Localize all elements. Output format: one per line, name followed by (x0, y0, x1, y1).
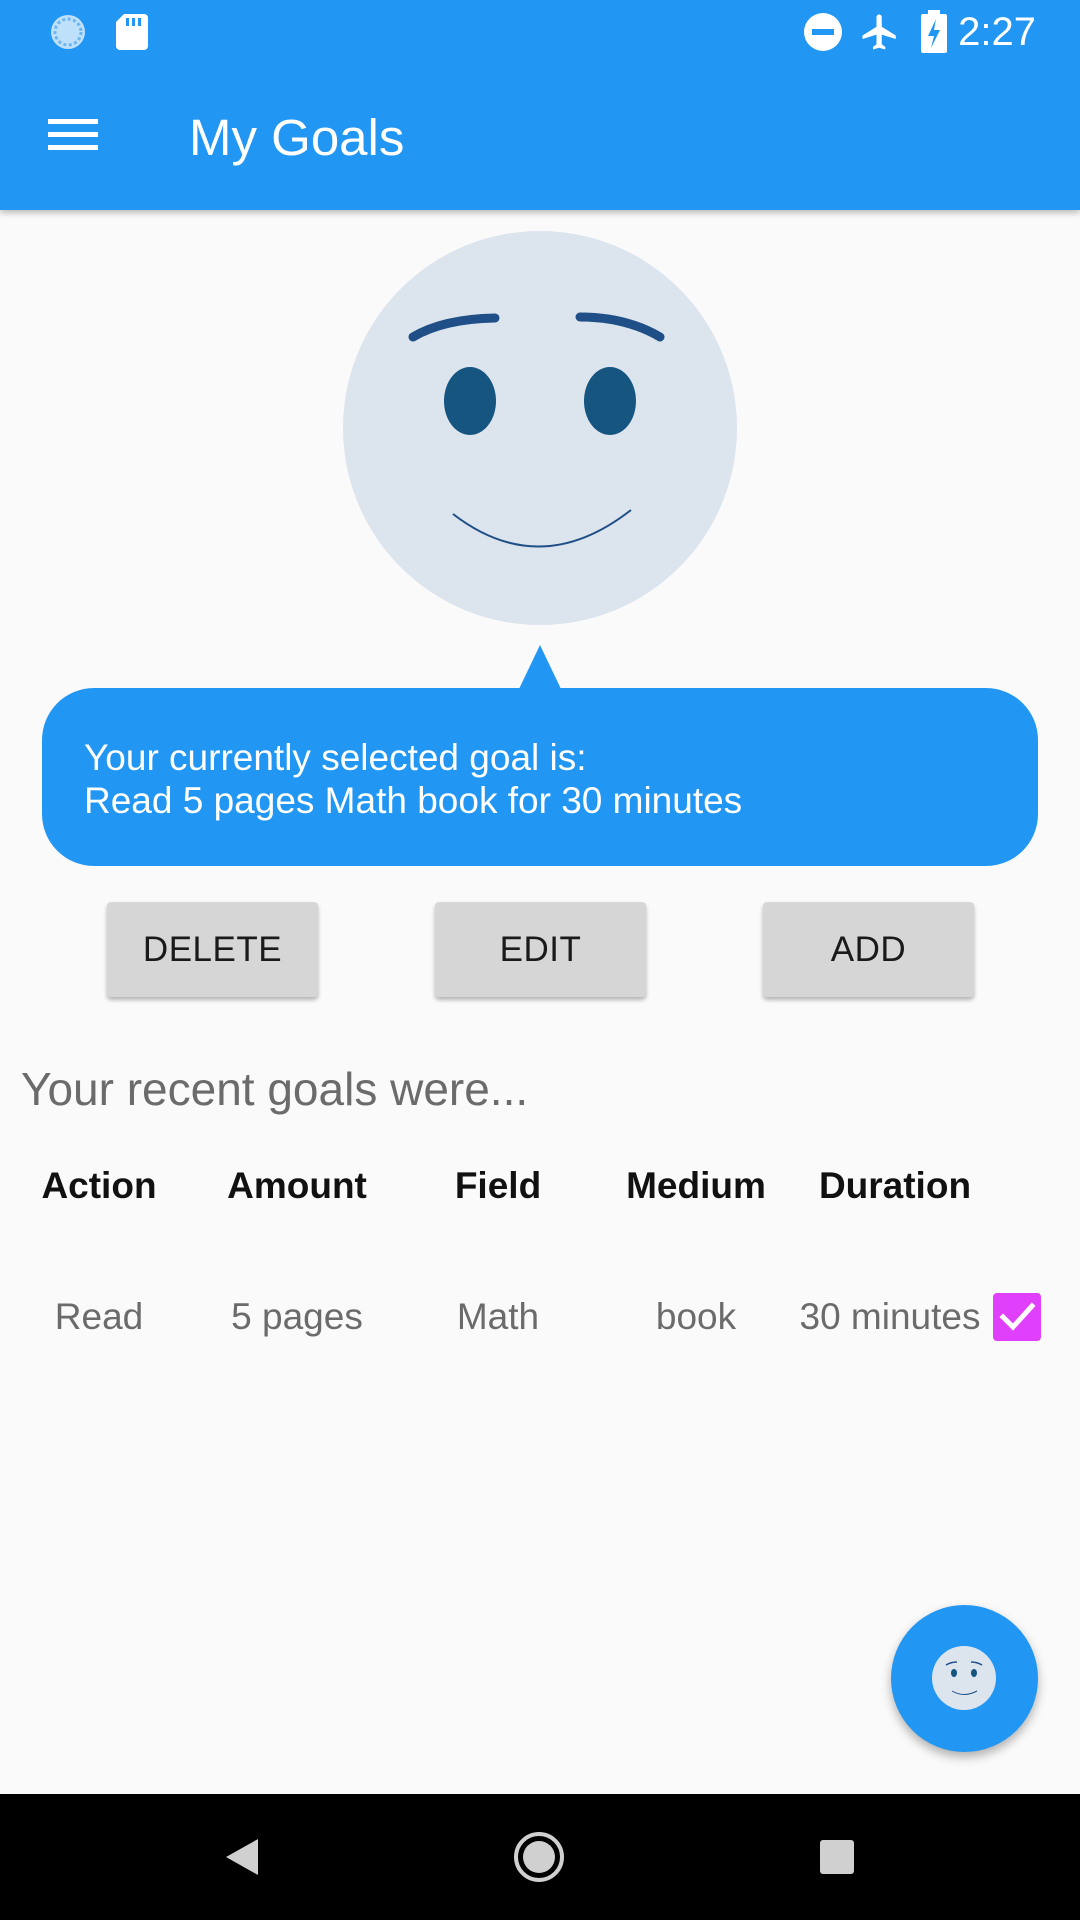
recents-icon[interactable] (807, 1827, 867, 1887)
recent-goals-heading: Your recent goals were... (21, 1063, 529, 1115)
smiley-face-avatar (343, 231, 737, 625)
cell-duration: 30 minutes (799, 1296, 981, 1337)
cell-action: Read (54, 1296, 144, 1337)
edit-button[interactable]: EDIT (435, 902, 646, 997)
back-icon[interactable] (212, 1827, 272, 1887)
do-not-disturb-icon (803, 12, 843, 57)
cell-medium: book (655, 1296, 737, 1337)
selected-goal-bubble: Your currently selected goal is: Read 5 … (42, 688, 1038, 866)
header-field: Field (454, 1165, 542, 1206)
goal-checkbox[interactable] (993, 1293, 1041, 1341)
smiley-fab-button[interactable] (891, 1605, 1038, 1752)
header-amount: Amount (227, 1165, 367, 1206)
bubble-line-2: Read 5 pages Math book for 30 minutes (84, 780, 743, 821)
checkmark-icon (999, 1302, 1036, 1331)
airplane-mode-icon (859, 10, 901, 59)
battery-charging-icon (920, 10, 948, 59)
cell-amount: 5 pages (231, 1296, 363, 1337)
delete-button[interactable]: DELETE (107, 902, 318, 997)
cell-field: Math (456, 1296, 540, 1337)
bubble-tail (519, 645, 561, 689)
status-time: 2:27 (958, 10, 1036, 54)
header-action: Action (41, 1165, 157, 1206)
sd-card-icon (115, 13, 149, 56)
status-bar: 2:27 (0, 0, 1080, 63)
home-icon[interactable] (509, 1827, 569, 1887)
sync-icon (46, 12, 90, 57)
app-bar: My Goals (0, 63, 1080, 210)
smiley-face-icon (932, 1646, 996, 1710)
hamburger-menu-icon[interactable] (38, 103, 108, 163)
bubble-line-1: Your currently selected goal is: (84, 737, 587, 778)
navigation-bar (0, 1794, 1080, 1920)
page-title: My Goals (189, 109, 405, 166)
header-medium: Medium (626, 1165, 766, 1206)
add-button[interactable]: ADD (763, 902, 974, 997)
top-bar: 2:27 My Goals (0, 0, 1080, 210)
header-duration: Duration (818, 1165, 972, 1206)
